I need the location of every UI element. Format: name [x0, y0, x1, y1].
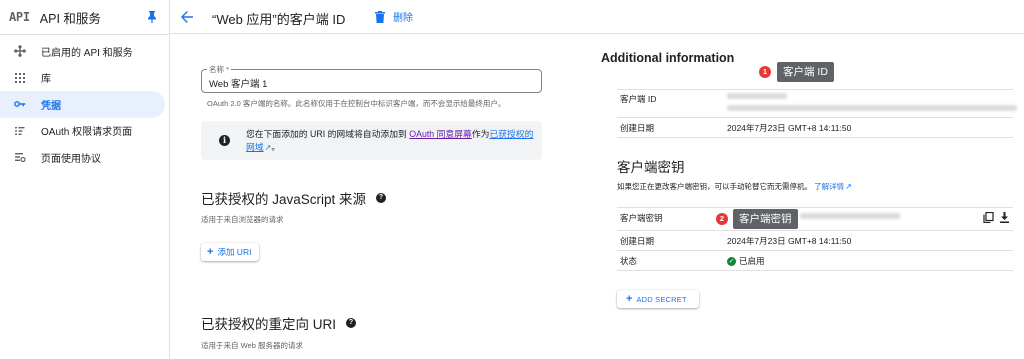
created-date-label: 创建日期	[620, 123, 655, 133]
client-secret-value-redacted	[800, 213, 900, 219]
page-title: “Web 应用”的客户端 ID	[212, 12, 346, 27]
delete-label: 删除	[393, 13, 413, 24]
diamond-nodes-icon	[14, 45, 26, 58]
trash-icon	[375, 10, 385, 23]
additional-info-title: Additional information	[601, 51, 735, 65]
client-secret-label: 客户端密钥	[620, 213, 663, 223]
redirect-uri-title: 已获授权的重定向 URI ?	[201, 313, 356, 333]
add-secret-label: ADD SECRET	[636, 294, 687, 304]
info-text-suffix: 。	[271, 142, 281, 152]
sidebar-divider	[0, 34, 170, 35]
download-icon[interactable]	[999, 212, 1010, 223]
sidebar-item-page-usage-agreements[interactable]: 页面使用协议	[0, 144, 170, 171]
sidebar-item-label: OAuth 权限请求页面	[41, 127, 133, 139]
copy-icon[interactable]	[983, 212, 994, 223]
annotation-callout: 客户端密钥	[733, 209, 798, 229]
created-date-value: 2024年7月23日 GMT+8 14:11:50	[727, 123, 852, 133]
sidebar-item-label: 页面使用协议	[41, 153, 101, 165]
client-secrets-desc-text: 如果您正在更改客户端密钥，可以手动轮替它而无需停机。	[617, 182, 812, 191]
sidebar-item-label: 已启用的 API 和服务	[41, 47, 133, 59]
status-label: 状态	[620, 256, 638, 266]
add-secret-button[interactable]: + ADD SECRET	[617, 290, 699, 308]
delete-button[interactable]: 删除	[375, 9, 413, 24]
name-field[interactable]: 名称 * Web 客户端 1	[201, 65, 542, 93]
client-id-value-redacted	[727, 93, 787, 99]
oauth-consent-link[interactable]: OAuth 同意屏幕	[409, 129, 472, 139]
sidebar-title: API 和服务	[39, 11, 101, 26]
name-hint: OAuth 2.0 客户端的名称。此名称仅用于在控制台中标识客户端，而不会显示给…	[207, 99, 506, 108]
divider	[617, 270, 1013, 271]
plus-icon: +	[207, 245, 214, 258]
settings-list-icon	[14, 151, 26, 163]
help-icon[interactable]: ?	[346, 318, 356, 328]
add-uri-button[interactable]: + 添加 URI	[201, 243, 259, 261]
client-id-label: 客户端 ID	[620, 94, 657, 104]
redirect-uri-hint: 适用于来自 Web 服务器的请求	[201, 341, 303, 350]
help-icon[interactable]: ?	[376, 193, 387, 203]
sidebar-item-credentials[interactable]: 凭据	[0, 91, 165, 118]
library-grid-icon	[14, 72, 26, 84]
learn-more-link[interactable]: 了解详情	[814, 182, 844, 191]
divider	[617, 207, 1013, 208]
plus-icon: +	[626, 292, 633, 305]
back-arrow-icon[interactable]	[180, 10, 194, 24]
client-id-value-redacted	[727, 105, 1017, 111]
status-value: 已启用	[739, 256, 765, 266]
external-link-icon: ↗	[845, 182, 852, 191]
top-header: “Web 应用”的客户端 ID 删除	[170, 0, 1024, 34]
status-badge: ✓ 已启用	[727, 255, 765, 267]
info-text: 您在下面添加的 URI 的网域将自动添加到 OAuth 同意屏幕作为已获授权的网…	[246, 128, 536, 154]
sidebar-item-library[interactable]: 库	[0, 65, 170, 92]
sidebar-item-oauth-consent[interactable]: OAuth 权限请求页面	[0, 118, 170, 145]
api-logo: API	[9, 10, 30, 24]
secret-created-date-value: 2024年7月23日 GMT+8 14:11:50	[727, 236, 852, 246]
key-icon	[14, 98, 26, 110]
check-circle-icon: ✓	[727, 256, 736, 266]
info-text-prefix: 您在下面添加的 URI 的网域将自动添加到	[246, 129, 407, 139]
info-banner: i 您在下面添加的 URI 的网域将自动添加到 OAuth 同意屏幕作为已获授权…	[201, 121, 542, 160]
name-field-value: Web 客户端 1	[209, 79, 268, 90]
client-secrets-title: 客户端密钥	[617, 160, 685, 175]
js-origins-title: 已获授权的 JavaScript 来源 ?	[201, 188, 387, 208]
annotation-badge: 2	[716, 213, 728, 225]
add-uri-label: 添加 URI	[217, 247, 252, 257]
redirect-uri-title-text: 已获授权的重定向 URI	[201, 317, 336, 332]
divider	[617, 137, 1013, 138]
sidebar-item-label: 凭据	[41, 100, 61, 112]
divider	[617, 89, 1013, 90]
annotation-badge: 1	[759, 66, 771, 78]
sidebar: API API 和服务 已启用的 API 和服务 库 凭据 OAuth 权限请求…	[0, 0, 170, 359]
sidebar-nav: 已启用的 API 和服务 库 凭据 OAuth 权限请求页面 页面使用协议	[0, 38, 170, 171]
divider	[617, 117, 1013, 118]
sidebar-item-enabled-apis[interactable]: 已启用的 API 和服务	[0, 38, 170, 65]
client-secrets-desc: 如果您正在更改客户端密钥，可以手动轮替它而无需停机。 了解详情↗	[617, 181, 852, 192]
annotation-callout: 客户端 ID	[777, 62, 834, 82]
js-origins-title-text: 已获授权的 JavaScript 来源	[201, 192, 367, 207]
divider	[617, 250, 1013, 251]
app-root: API API 和服务 已启用的 API 和服务 库 凭据 OAuth 权限请求…	[0, 0, 1024, 359]
consent-list-icon	[14, 125, 26, 137]
name-field-label: 名称 *	[207, 65, 232, 74]
js-origins-hint: 适用于来自浏览器的请求	[201, 215, 284, 224]
secret-created-date-label: 创建日期	[620, 236, 655, 246]
info-icon: i	[219, 135, 230, 146]
pin-icon[interactable]	[147, 11, 157, 23]
divider	[617, 230, 1013, 231]
info-text-middle: 作为	[471, 129, 490, 139]
sidebar-header: API API 和服务	[0, 0, 169, 34]
sidebar-item-label: 库	[41, 74, 51, 86]
